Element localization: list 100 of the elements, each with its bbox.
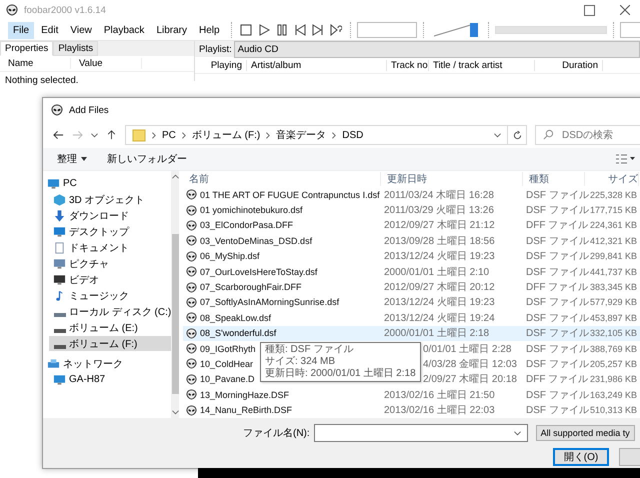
file-type: DSF ファイル: [526, 188, 589, 202]
random-icon[interactable]: [330, 24, 342, 36]
column-header[interactable]: Title / track artist: [429, 60, 535, 70]
alien-head-icon: [186, 328, 197, 339]
nav-item[interactable]: デスクトップ: [53, 224, 171, 239]
filename-field[interactable]: [314, 424, 528, 442]
file-name[interactable]: 07_ScarboroughFair.DFF: [200, 282, 302, 292]
file-name[interactable]: 09_IGotRhyth: [200, 344, 256, 354]
alien-head-icon: [186, 235, 197, 246]
file-size: 299,841 KB: [590, 251, 637, 262]
refresh-button[interactable]: [507, 125, 527, 145]
nav-item[interactable]: ミュージック: [53, 288, 171, 303]
nav-item[interactable]: ボリューム (E:): [53, 320, 171, 335]
volume-slider[interactable]: [434, 23, 478, 37]
menu-item[interactable]: Library: [151, 22, 192, 38]
column-header[interactable]: 名前: [183, 172, 381, 186]
breadcrumb-item[interactable]: DSD: [342, 130, 364, 140]
scroll-down-icon[interactable]: [172, 410, 178, 415]
play-icon[interactable]: [258, 24, 270, 36]
dropdown-icon[interactable]: [514, 430, 521, 436]
column-header[interactable]: 種類: [523, 172, 585, 186]
file-date: 0/01/01 土曜日 2:28: [423, 342, 512, 356]
playlist-tab[interactable]: Audio CD: [234, 40, 640, 58]
nav-item[interactable]: ダウンロード: [53, 208, 171, 223]
file-name[interactable]: 01 THE ART OF FUGUE Contrapunctus I.dsf: [200, 190, 380, 200]
file-name[interactable]: 13_MorningHaze.DSF: [200, 390, 290, 400]
monitor-icon: [53, 374, 66, 386]
down-arrow-icon: [53, 210, 66, 222]
column-header[interactable]: サイズ: [585, 172, 639, 186]
file-name[interactable]: 08_SpeakLow.dsf: [200, 312, 272, 323]
playlist-label: Playlist:: [199, 44, 232, 54]
panel-tab[interactable]: Playlists: [53, 41, 98, 56]
file-name[interactable]: 03_VentoDeMinas_DSD.dsf: [200, 236, 312, 246]
file-size: 383,345 KB: [590, 282, 637, 292]
menu-item[interactable]: File: [8, 22, 34, 38]
file-name[interactable]: 10_ColdHear: [200, 358, 254, 369]
file-name[interactable]: 08_S'wonderful.dsf: [200, 328, 276, 338]
file-name[interactable]: 07_SoftlyAsInAMorningSunrise.dsf: [200, 297, 340, 308]
alien-head-icon: [186, 404, 197, 416]
nav-item[interactable]: ピクチャ: [53, 256, 171, 271]
order-field[interactable]: [356, 22, 417, 38]
file-type-dropdown[interactable]: All supported media ty: [536, 425, 635, 441]
alien-head-icon: [186, 389, 197, 400]
alien-head-icon: [186, 189, 197, 200]
file-size: 205,257 KB: [590, 358, 637, 369]
search-field[interactable]: DSDの検索: [535, 125, 640, 145]
open-button[interactable]: 開く(O): [553, 448, 609, 466]
menu-item[interactable]: Playback: [98, 22, 150, 38]
column-header[interactable]: Artist/album: [247, 60, 387, 70]
nav-item[interactable]: ドキュメント: [53, 240, 171, 255]
column-header[interactable]: Track no: [387, 60, 429, 70]
menu-item[interactable]: View: [65, 22, 97, 38]
column-header[interactable]: Value: [71, 58, 142, 69]
file-name[interactable]: 10_Pavane.D: [200, 374, 255, 384]
previous-icon[interactable]: [294, 24, 306, 36]
breadcrumb-item[interactable]: 音楽データ: [276, 128, 326, 142]
file-size: 332,105 KB: [590, 328, 637, 338]
panel-tab[interactable]: Properties: [0, 41, 54, 56]
next-icon[interactable]: [312, 24, 324, 36]
dropdown-icon[interactable]: [494, 132, 501, 138]
alien-head-icon: [186, 204, 197, 216]
address-bar[interactable]: PC ボリューム (F:) 音楽データ DSD: [125, 125, 508, 145]
caret-icon: [81, 157, 87, 161]
new-folder-button[interactable]: 新しいフォルダー: [107, 152, 187, 166]
file-name[interactable]: 07_OurLoveIsHereToStay.dsf: [200, 266, 318, 277]
file-name[interactable]: 01 yomichinotebukuro.dsf: [200, 205, 303, 216]
file-name[interactable]: 14_Nanu_ReBirth.DSF: [200, 405, 292, 416]
column-header[interactable]: Name: [0, 58, 71, 69]
nav-item[interactable]: ビデオ: [53, 272, 171, 287]
view-options-icon[interactable]: [615, 154, 635, 164]
file-name[interactable]: 03_ElCondorPasa.DFF: [200, 220, 294, 230]
scroll-up-icon[interactable]: [172, 174, 178, 179]
nav-item[interactable]: ネットワーク: [47, 356, 171, 371]
nav-item[interactable]: ボリューム (F:): [49, 336, 171, 351]
empty-message: Nothing selected.: [4, 74, 80, 88]
alien-head-icon: [186, 266, 197, 278]
column-header[interactable]: 更新日時: [381, 172, 523, 186]
stop-icon[interactable]: [240, 24, 252, 36]
column-header[interactable]: Duration: [535, 60, 603, 70]
menu-item[interactable]: Help: [194, 22, 225, 38]
menu-item[interactable]: Edit: [36, 22, 64, 38]
recent-dropdown-icon[interactable]: [91, 132, 98, 138]
column-header[interactable]: Playing: [195, 60, 247, 70]
pause-icon[interactable]: [276, 24, 288, 36]
chevron-icon: [152, 132, 156, 138]
nav-item[interactable]: PC: [47, 176, 171, 191]
nav-item[interactable]: GA-H87: [53, 372, 171, 387]
file-type: DSF ファイル: [526, 250, 589, 264]
alien-head-icon: [186, 282, 197, 293]
tooltip-line: サイズ: 324 MB: [265, 356, 336, 368]
back-arrow-icon[interactable]: [53, 130, 64, 140]
scrollbar[interactable]: [171, 171, 179, 418]
monitor-icon: [47, 178, 60, 190]
file-name[interactable]: 06_MyShip.dsf: [200, 251, 260, 262]
organize-button[interactable]: 整理: [57, 152, 87, 166]
up-arrow-icon[interactable]: [106, 130, 117, 140]
breadcrumb-item[interactable]: PC: [162, 130, 176, 140]
nav-item[interactable]: 3D オブジェクト: [53, 192, 171, 207]
nav-item[interactable]: ローカル ディスク (C:): [53, 304, 171, 319]
breadcrumb-item[interactable]: ボリューム (F:): [192, 128, 260, 142]
